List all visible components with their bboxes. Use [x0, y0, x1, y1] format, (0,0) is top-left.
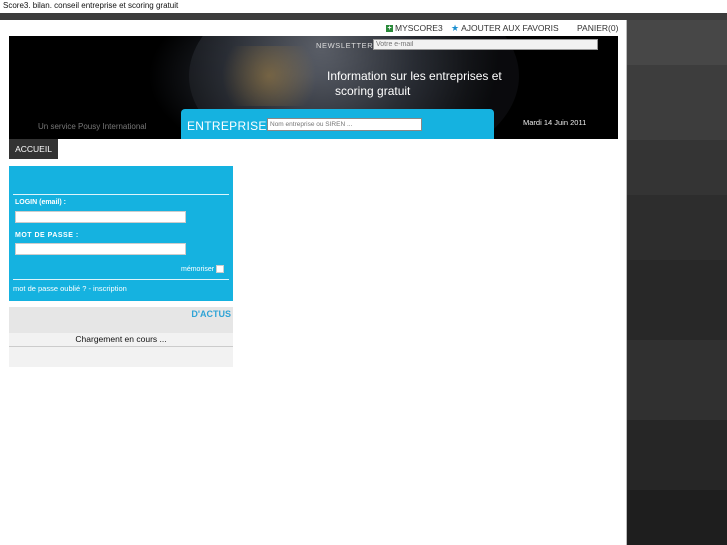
newsletter-email-input[interactable] [373, 39, 598, 50]
headline-line-2: scoring gratuit [335, 84, 411, 98]
cart-link[interactable]: PANIER(0) [577, 23, 618, 33]
current-date: Mardi 14 Juin 2011 [523, 118, 587, 127]
remember-checkbox[interactable] [216, 265, 225, 273]
news-panel: D'ACTUS Chargement en cours ... [9, 307, 233, 367]
plus-icon: + [386, 24, 393, 32]
password-input[interactable] [15, 243, 186, 255]
divider [9, 346, 233, 347]
login-panel: LOGIN (email) : MOT DE PASSE : mémoriser… [9, 166, 233, 301]
remember-label: mémoriser [181, 265, 215, 273]
headline-line-1: Information sur les entreprises et [327, 69, 502, 83]
remember-me[interactable]: mémoriser [181, 265, 225, 273]
service-credit: Un service Pousy International [38, 122, 147, 131]
loading-text: Chargement en cours ... [75, 334, 167, 344]
add-favorites-link[interactable]: ★ AJOUTER AUX FAVORIS [451, 23, 559, 33]
news-header: D'ACTUS [9, 307, 233, 333]
password-label: MOT DE PASSE : [15, 232, 79, 239]
window-title: Score3. bilan. conseil entreprise et sco… [0, 0, 727, 13]
nav-home[interactable]: ACCUEIL [9, 139, 58, 159]
login-email-input[interactable] [15, 211, 186, 223]
top-band [0, 13, 727, 20]
divider [13, 279, 229, 280]
myscore-link[interactable]: + MYSCORE3 [386, 23, 443, 33]
news-title: D'ACTUS [191, 309, 231, 319]
header-banner: NEWSLETTER Information sur les entrepris… [9, 36, 618, 139]
company-search-input[interactable] [267, 118, 422, 131]
forgot-password-link[interactable]: mot de passe oublié ? - inscription [13, 284, 127, 293]
myscore-label: MYSCORE3 [395, 23, 443, 33]
top-nav: + MYSCORE3 ★ AJOUTER AUX FAVORIS PANIER(… [0, 20, 627, 36]
star-icon: ★ [451, 22, 460, 33]
page-container: + MYSCORE3 ★ AJOUTER AUX FAVORIS PANIER(… [0, 20, 627, 545]
newsletter-label: NEWSLETTER [316, 41, 374, 50]
company-search-bar: ENTREPRISE [181, 109, 494, 139]
divider [13, 194, 229, 195]
favorites-label: AJOUTER AUX FAVORIS [461, 23, 559, 33]
right-background [627, 20, 727, 545]
banner-headline: Information sur les entreprises et scori… [327, 69, 517, 99]
company-search-label: ENTREPRISE [187, 119, 267, 133]
login-label: LOGIN (email) : [15, 199, 66, 206]
